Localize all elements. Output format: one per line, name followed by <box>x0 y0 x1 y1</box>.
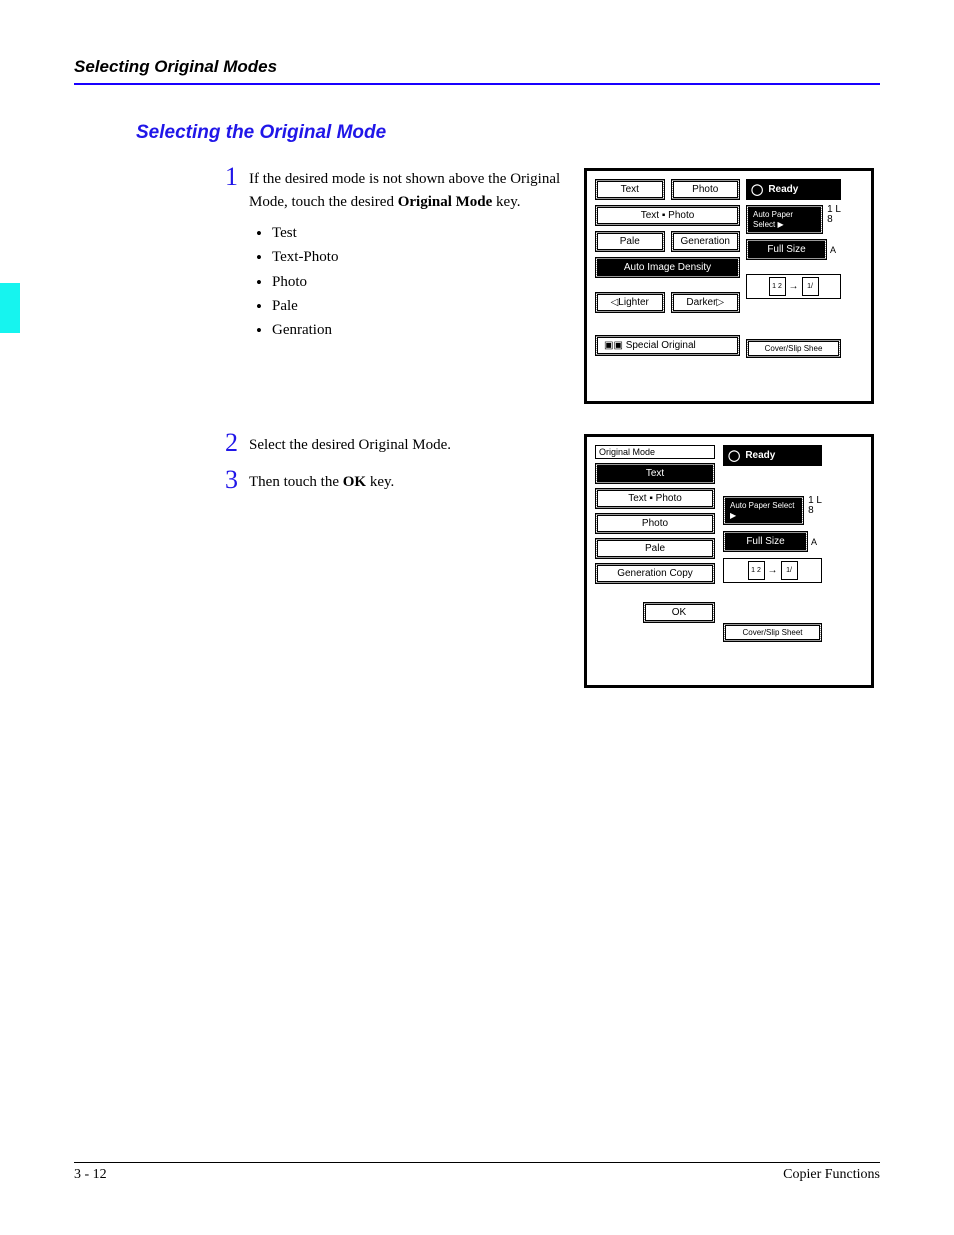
list-item: Genration <box>256 318 566 342</box>
special-original-button[interactable]: ▣▣ Special Original <box>597 337 738 354</box>
auto-paper-select-button[interactable]: Auto Paper Select ▶ <box>748 207 821 232</box>
control-panel-2: Original Mode Text Text ▪ Photo Photo Pa… <box>584 434 874 688</box>
duplex-button[interactable]: 1 2→1/ <box>746 274 841 299</box>
darker-button[interactable]: Darker▷ <box>673 294 739 311</box>
list-item: Photo <box>256 270 566 294</box>
a-label: A <box>830 239 841 260</box>
step-number-1: 1 <box>225 162 238 192</box>
chapter-name: Copier Functions <box>783 1167 880 1183</box>
text-button[interactable]: Text <box>597 181 663 198</box>
step-number-2: 2 <box>225 428 238 458</box>
full-size-button[interactable]: Full Size <box>748 241 825 258</box>
generation-copy-button[interactable]: Generation Copy <box>597 565 713 582</box>
text-photo-button[interactable]: Text ▪ Photo <box>597 490 713 507</box>
full-size-button[interactable]: Full Size <box>725 533 806 550</box>
ready-indicator: Ready <box>723 445 822 466</box>
section-tab <box>0 283 20 333</box>
ready-indicator: Ready <box>746 179 841 200</box>
cover-slip-button[interactable]: Cover/Slip Shee <box>748 341 839 356</box>
step-number-3: 3 <box>225 465 238 495</box>
auto-image-density-button[interactable]: Auto Image Density <box>597 259 738 276</box>
control-panel-1: Text Photo Text ▪ Photo Pale Generation … <box>584 168 874 404</box>
step-2-text: Select the desired Original Mode. <box>249 434 566 457</box>
cover-slip-button[interactable]: Cover/Slip Sheet <box>725 625 820 640</box>
list-item: Text-Photo <box>256 245 566 269</box>
ok-button[interactable]: OK <box>645 604 713 621</box>
photo-button[interactable]: Photo <box>597 515 713 532</box>
auto-paper-select-button[interactable]: Auto Paper Select ▶ <box>725 498 802 523</box>
pale-button[interactable]: Pale <box>597 540 713 557</box>
list-item: Test <box>256 221 566 245</box>
duplex-button[interactable]: 1 2→1/ <box>723 558 822 583</box>
photo-button[interactable]: Photo <box>673 181 739 198</box>
paper-slot-info: 1 L8 <box>826 205 841 234</box>
lighter-button[interactable]: ◁Lighter <box>597 294 663 311</box>
step-1-text: If the desired mode is not shown above t… <box>249 168 566 213</box>
header-rule <box>74 83 880 85</box>
original-mode-label: Original Mode <box>595 445 715 459</box>
text-button[interactable]: Text <box>597 465 713 482</box>
list-item: Pale <box>256 294 566 318</box>
running-head: Selecting Original Modes <box>74 57 880 81</box>
step-3-text: Then touch the OK key. <box>249 471 566 494</box>
paper-slot-info: 1 L8 <box>807 496 822 525</box>
pale-button[interactable]: Pale <box>597 233 663 250</box>
a-label: A <box>811 531 822 552</box>
text-photo-button[interactable]: Text ▪ Photo <box>597 207 738 224</box>
generation-button[interactable]: Generation <box>673 233 739 250</box>
page-number: 3 - 12 <box>74 1167 107 1183</box>
section-title: Selecting the Original Mode <box>136 122 880 144</box>
